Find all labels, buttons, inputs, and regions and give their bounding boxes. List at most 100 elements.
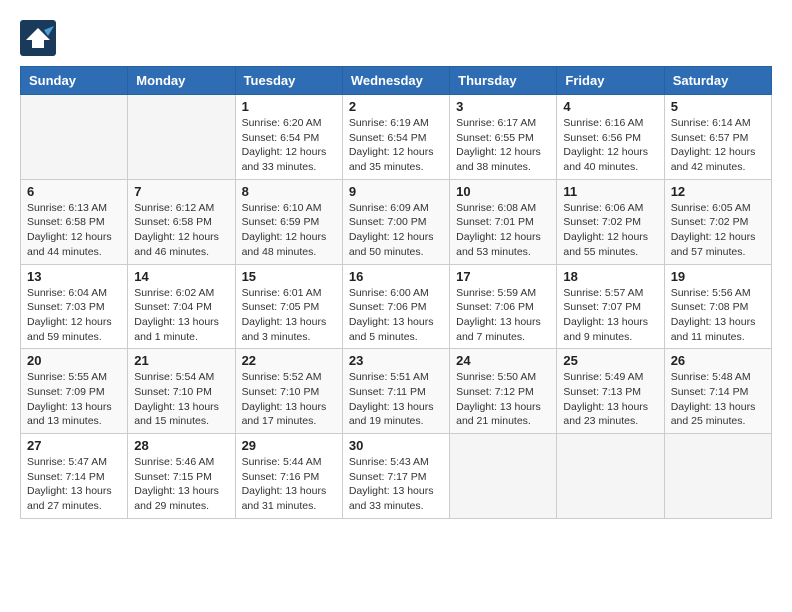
logo bbox=[20, 20, 58, 56]
calendar-cell: 29 Sunrise: 5:44 AM Sunset: 7:16 PM Dayli… bbox=[235, 434, 342, 519]
day-info: Sunrise: 6:10 AM Sunset: 6:59 PM Dayligh… bbox=[242, 201, 336, 260]
day-info: Sunrise: 6:13 AM Sunset: 6:58 PM Dayligh… bbox=[27, 201, 121, 260]
calendar-cell: 3 Sunrise: 6:17 AM Sunset: 6:55 PM Daylig… bbox=[450, 95, 557, 180]
calendar-cell: 12 Sunrise: 6:05 AM Sunset: 7:02 PM Dayli… bbox=[664, 179, 771, 264]
day-info: Sunrise: 6:16 AM Sunset: 6:56 PM Dayligh… bbox=[563, 116, 657, 175]
day-info: Sunrise: 6:06 AM Sunset: 7:02 PM Dayligh… bbox=[563, 201, 657, 260]
page-header bbox=[20, 20, 772, 56]
day-number: 5 bbox=[671, 99, 765, 114]
calendar-cell: 13Sunrise: 6:04 AM Sunset: 7:03 PM Dayli… bbox=[21, 264, 128, 349]
day-number: 30 bbox=[349, 438, 443, 453]
weekday-header-sunday: Sunday bbox=[21, 67, 128, 95]
day-info: Sunrise: 5:47 AM Sunset: 7:14 PM Dayligh… bbox=[27, 455, 121, 514]
day-info: Sunrise: 6:17 AM Sunset: 6:55 PM Dayligh… bbox=[456, 116, 550, 175]
day-number: 18 bbox=[563, 269, 657, 284]
day-info: Sunrise: 5:54 AM Sunset: 7:10 PM Dayligh… bbox=[134, 370, 228, 429]
day-info: Sunrise: 5:44 AM Sunset: 7:16 PM Dayligh… bbox=[242, 455, 336, 514]
calendar-cell: 18 Sunrise: 5:57 AM Sunset: 7:07 PM Dayli… bbox=[557, 264, 664, 349]
weekday-header-friday: Friday bbox=[557, 67, 664, 95]
calendar-cell: 16 Sunrise: 6:00 AM Sunset: 7:06 PM Dayli… bbox=[342, 264, 449, 349]
day-info: Sunrise: 6:08 AM Sunset: 7:01 PM Dayligh… bbox=[456, 201, 550, 260]
calendar-cell: 5 Sunrise: 6:14 AM Sunset: 6:57 PM Daylig… bbox=[664, 95, 771, 180]
day-number: 26 bbox=[671, 353, 765, 368]
calendar-cell: 15 Sunrise: 6:01 AM Sunset: 7:05 PM Dayli… bbox=[235, 264, 342, 349]
day-info: Sunrise: 6:12 AM Sunset: 6:58 PM Dayligh… bbox=[134, 201, 228, 260]
day-info: Sunrise: 5:51 AM Sunset: 7:11 PM Dayligh… bbox=[349, 370, 443, 429]
calendar-cell: 30 Sunrise: 5:43 AM Sunset: 7:17 PM Dayli… bbox=[342, 434, 449, 519]
calendar-cell: 24Sunrise: 5:50 AM Sunset: 7:12 PM Dayli… bbox=[450, 349, 557, 434]
calendar-cell: 25 Sunrise: 5:49 AM Sunset: 7:13 PM Dayli… bbox=[557, 349, 664, 434]
calendar-cell: 23 Sunrise: 5:51 AM Sunset: 7:11 PM Dayli… bbox=[342, 349, 449, 434]
logo-icon bbox=[20, 20, 56, 56]
day-info: Sunrise: 6:02 AM Sunset: 7:04 PM Dayligh… bbox=[134, 286, 228, 345]
day-number: 2 bbox=[349, 99, 443, 114]
calendar-cell: 10 Sunrise: 6:08 AM Sunset: 7:01 PM Dayli… bbox=[450, 179, 557, 264]
day-info: Sunrise: 5:56 AM Sunset: 7:08 PM Dayligh… bbox=[671, 286, 765, 345]
day-info: Sunrise: 6:00 AM Sunset: 7:06 PM Dayligh… bbox=[349, 286, 443, 345]
calendar-cell: 9 Sunrise: 6:09 AM Sunset: 7:00 PM Daylig… bbox=[342, 179, 449, 264]
day-info: Sunrise: 5:50 AM Sunset: 7:12 PM Dayligh… bbox=[456, 370, 550, 429]
calendar-cell: 11 Sunrise: 6:06 AM Sunset: 7:02 PM Dayli… bbox=[557, 179, 664, 264]
day-number: 6 bbox=[27, 184, 121, 199]
day-number: 14 bbox=[134, 269, 228, 284]
day-number: 23 bbox=[349, 353, 443, 368]
calendar-cell bbox=[557, 434, 664, 519]
day-number: 10 bbox=[456, 184, 550, 199]
weekday-header-tuesday: Tuesday bbox=[235, 67, 342, 95]
calendar-cell: 22Sunrise: 5:52 AM Sunset: 7:10 PM Dayli… bbox=[235, 349, 342, 434]
day-number: 11 bbox=[563, 184, 657, 199]
calendar-cell: 20 Sunrise: 5:55 AM Sunset: 7:09 PM Dayli… bbox=[21, 349, 128, 434]
calendar-cell: 27Sunrise: 5:47 AM Sunset: 7:14 PM Dayli… bbox=[21, 434, 128, 519]
day-info: Sunrise: 5:57 AM Sunset: 7:07 PM Dayligh… bbox=[563, 286, 657, 345]
calendar-cell: 4 Sunrise: 6:16 AM Sunset: 6:56 PM Daylig… bbox=[557, 95, 664, 180]
calendar-week-row: 20 Sunrise: 5:55 AM Sunset: 7:09 PM Dayli… bbox=[21, 349, 772, 434]
weekday-header-thursday: Thursday bbox=[450, 67, 557, 95]
calendar-cell: 26 Sunrise: 5:48 AM Sunset: 7:14 PM Dayli… bbox=[664, 349, 771, 434]
weekday-header-wednesday: Wednesday bbox=[342, 67, 449, 95]
day-info: Sunrise: 6:14 AM Sunset: 6:57 PM Dayligh… bbox=[671, 116, 765, 175]
day-info: Sunrise: 6:19 AM Sunset: 6:54 PM Dayligh… bbox=[349, 116, 443, 175]
day-info: Sunrise: 5:43 AM Sunset: 7:17 PM Dayligh… bbox=[349, 455, 443, 514]
day-info: Sunrise: 5:48 AM Sunset: 7:14 PM Dayligh… bbox=[671, 370, 765, 429]
day-number: 15 bbox=[242, 269, 336, 284]
day-info: Sunrise: 5:49 AM Sunset: 7:13 PM Dayligh… bbox=[563, 370, 657, 429]
day-number: 17 bbox=[456, 269, 550, 284]
calendar-header-row: SundayMondayTuesdayWednesdayThursdayFrid… bbox=[21, 67, 772, 95]
calendar-week-row: 1Sunrise: 6:20 AM Sunset: 6:54 PM Daylig… bbox=[21, 95, 772, 180]
day-number: 3 bbox=[456, 99, 550, 114]
calendar-cell bbox=[450, 434, 557, 519]
calendar-cell bbox=[664, 434, 771, 519]
day-number: 4 bbox=[563, 99, 657, 114]
calendar-cell: 14 Sunrise: 6:02 AM Sunset: 7:04 PM Dayli… bbox=[128, 264, 235, 349]
day-number: 8 bbox=[242, 184, 336, 199]
calendar-cell bbox=[128, 95, 235, 180]
day-number: 20 bbox=[27, 353, 121, 368]
day-number: 12 bbox=[671, 184, 765, 199]
day-number: 25 bbox=[563, 353, 657, 368]
day-info: Sunrise: 6:01 AM Sunset: 7:05 PM Dayligh… bbox=[242, 286, 336, 345]
day-info: Sunrise: 6:09 AM Sunset: 7:00 PM Dayligh… bbox=[349, 201, 443, 260]
day-info: Sunrise: 5:52 AM Sunset: 7:10 PM Dayligh… bbox=[242, 370, 336, 429]
day-number: 21 bbox=[134, 353, 228, 368]
day-number: 9 bbox=[349, 184, 443, 199]
calendar-cell: 6 Sunrise: 6:13 AM Sunset: 6:58 PM Daylig… bbox=[21, 179, 128, 264]
day-info: Sunrise: 5:59 AM Sunset: 7:06 PM Dayligh… bbox=[456, 286, 550, 345]
calendar-table: SundayMondayTuesdayWednesdayThursdayFrid… bbox=[20, 66, 772, 519]
day-number: 29 bbox=[242, 438, 336, 453]
day-number: 19 bbox=[671, 269, 765, 284]
calendar-week-row: 13Sunrise: 6:04 AM Sunset: 7:03 PM Dayli… bbox=[21, 264, 772, 349]
calendar-cell: 19 Sunrise: 5:56 AM Sunset: 7:08 PM Dayli… bbox=[664, 264, 771, 349]
calendar-cell: 28Sunrise: 5:46 AM Sunset: 7:15 PM Dayli… bbox=[128, 434, 235, 519]
calendar-cell: 2 Sunrise: 6:19 AM Sunset: 6:54 PM Daylig… bbox=[342, 95, 449, 180]
day-number: 16 bbox=[349, 269, 443, 284]
calendar-cell: 17 Sunrise: 5:59 AM Sunset: 7:06 PM Dayli… bbox=[450, 264, 557, 349]
calendar-cell: 7Sunrise: 6:12 AM Sunset: 6:58 PM Daylig… bbox=[128, 179, 235, 264]
calendar-cell: 1Sunrise: 6:20 AM Sunset: 6:54 PM Daylig… bbox=[235, 95, 342, 180]
day-number: 13 bbox=[27, 269, 121, 284]
weekday-header-saturday: Saturday bbox=[664, 67, 771, 95]
day-info: Sunrise: 6:05 AM Sunset: 7:02 PM Dayligh… bbox=[671, 201, 765, 260]
calendar-week-row: 27Sunrise: 5:47 AM Sunset: 7:14 PM Dayli… bbox=[21, 434, 772, 519]
day-info: Sunrise: 5:55 AM Sunset: 7:09 PM Dayligh… bbox=[27, 370, 121, 429]
calendar-cell bbox=[21, 95, 128, 180]
day-number: 1 bbox=[242, 99, 336, 114]
